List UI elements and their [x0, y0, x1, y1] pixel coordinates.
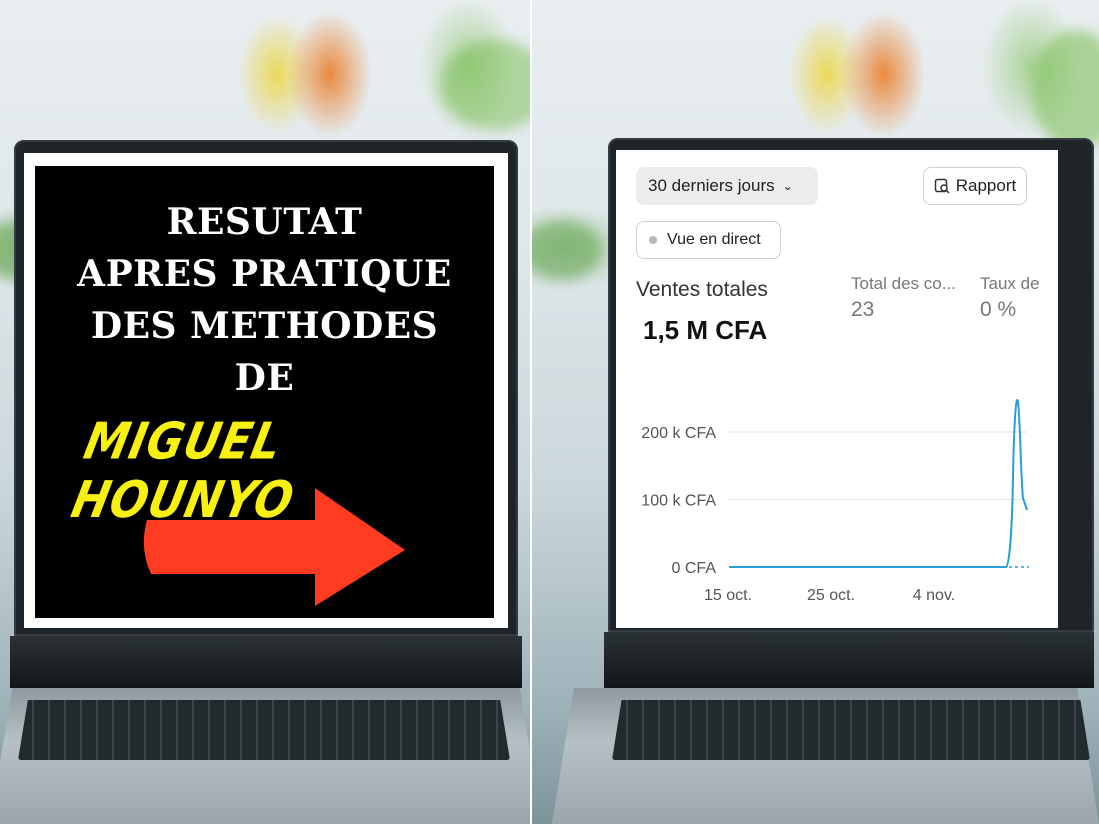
x-tick-label: 4 nov.	[913, 587, 955, 604]
live-view-button[interactable]: Vue en direct	[636, 221, 781, 259]
laptop-hinge	[604, 632, 1094, 688]
chevron-down-icon: ⌄	[782, 179, 793, 193]
y-tick-label: 200 k CFA	[641, 425, 716, 442]
laptop-keyboard	[18, 700, 510, 760]
orders-value: 23	[851, 298, 875, 321]
period-selector-label: 30 derniers jours	[648, 176, 775, 195]
laptop-keyboard	[612, 700, 1090, 760]
right-arrow-icon	[143, 488, 406, 606]
sales-chart: 200 k CFA 100 k CFA 0 CFA 15 oct. 25 oct. 4 …	[641, 399, 1029, 604]
promo-line-1: RESUTAT	[166, 201, 363, 243]
promo-line-3: DES METHODES	[90, 305, 439, 347]
live-view-label: Vue en direct	[667, 231, 761, 248]
promo-line-2: APRES PRATIQUE	[77, 253, 452, 295]
status-dot-icon	[649, 236, 657, 244]
analytics-dashboard: 30 derniers jours ⌄ Rapport Vue en direc…	[621, 160, 1046, 616]
rate-label: Taux de	[980, 274, 1040, 293]
y-tick-label: 0 CFA	[672, 560, 717, 577]
sales-series-line	[729, 399, 1028, 568]
x-tick-label: 25 oct.	[807, 587, 855, 604]
left-panel: RESUTAT APRES PRATIQUE DES METHODES DE M…	[0, 0, 532, 824]
report-button[interactable]: Rapport	[923, 167, 1027, 205]
y-tick-label: 100 k CFA	[641, 493, 716, 510]
orders-label: Total des co...	[851, 274, 956, 293]
x-tick-label: 15 oct.	[704, 587, 752, 604]
report-icon	[934, 178, 950, 194]
report-button-label: Rapport	[955, 176, 1017, 195]
total-sales-value: 1,5 M CFA	[643, 315, 768, 345]
period-selector[interactable]: 30 derniers jours ⌄	[636, 167, 818, 205]
laptop-hinge	[10, 636, 522, 688]
promo-card: RESUTAT APRES PRATIQUE DES METHODES DE M…	[35, 166, 494, 618]
rate-value: 0 %	[980, 298, 1017, 321]
promo-line-4: DE	[234, 357, 295, 399]
total-sales-label: Ventes totales	[636, 278, 768, 301]
